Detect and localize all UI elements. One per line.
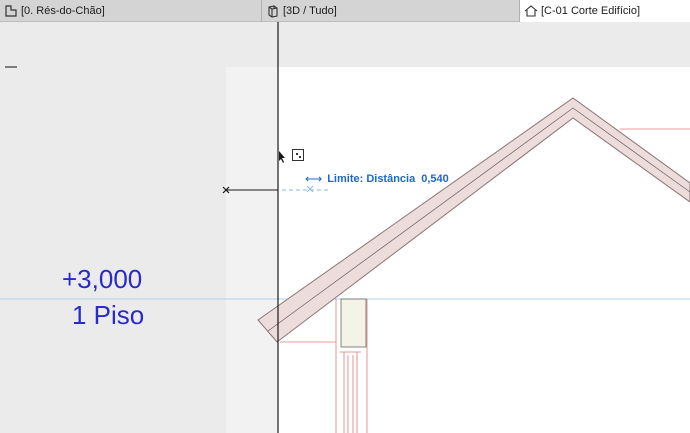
tracker-label: Limite: Distância (327, 173, 416, 185)
floor-plan-icon (5, 5, 17, 17)
snap-point-icon (292, 149, 304, 161)
roof-slab[interactable] (257, 97, 690, 343)
horizontal-arrow-icon: ⟷ (305, 172, 323, 186)
tracker-value: 0,540 (421, 173, 449, 185)
tab-section-view[interactable]: [C-01 Corte Edifício] (520, 0, 690, 22)
tab-floor-plan[interactable]: [0. Rés-do-Chão] (0, 0, 262, 22)
tracker-marker (306, 185, 314, 193)
tracker-tooltip: ⟷ Limite: Distância 0,540 (305, 172, 449, 186)
tab-floor-plan-label: [0. Rés-do-Chão] (21, 5, 105, 17)
mouse-cursor-icon (279, 151, 285, 163)
level-name[interactable]: 1 Piso (72, 302, 144, 328)
level-elevation[interactable]: +3,000 (62, 266, 142, 292)
3d-view-icon (268, 5, 278, 18)
section-drawing (0, 22, 690, 433)
tab-section-view-label: [C-01 Corte Edifício] (541, 4, 641, 17)
section-view-icon (524, 4, 538, 17)
section-view-canvas[interactable]: ⟷ Limite: Distância 0,540 +3,000 1 Piso (0, 22, 690, 433)
wall-element[interactable] (340, 298, 367, 348)
view-tab-bar: [0. Rés-do-Chão] [3D / Tudo] [C-01 Corte… (0, 0, 690, 22)
tab-3d-view-label: [3D / Tudo] (283, 5, 337, 17)
tab-3d-view[interactable]: [3D / Tudo] (262, 0, 520, 22)
